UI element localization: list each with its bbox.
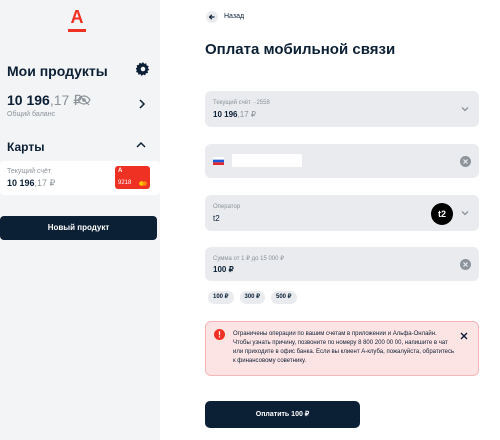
operator-value: t2 (213, 214, 220, 223)
card-amount-main: 10 196 (7, 178, 35, 188)
logo-underline (68, 29, 86, 32)
phone-field[interactable] (205, 144, 479, 178)
operator-select[interactable]: Оператор t2 t2 (205, 195, 479, 231)
chevron-down-icon[interactable] (461, 210, 469, 216)
amount-chip-500[interactable]: 500 ₽ (271, 291, 297, 304)
cards-title: Карты (7, 140, 45, 154)
amount-chip-300[interactable]: 300 ₽ (239, 291, 265, 304)
russia-flag-icon[interactable] (213, 157, 224, 165)
card-logo: А (118, 168, 123, 174)
card-thumbnail: А 9218 (115, 166, 150, 189)
page-title: Оплата мобильной связи (205, 41, 396, 58)
clear-icon[interactable] (460, 259, 471, 270)
back-label: Назад (224, 13, 245, 20)
chevron-down-icon[interactable] (461, 106, 469, 112)
amount-chip-100[interactable]: 100 ₽ (208, 291, 234, 304)
chevron-right-icon[interactable] (138, 99, 146, 109)
card-brand-icon (139, 181, 147, 186)
sum-value[interactable]: 100 ₽ (213, 265, 234, 275)
balance-main: 10 196 (7, 92, 50, 108)
sum-field[interactable]: Сумма от 1 ₽ до 15 000 ₽ 100 ₽ (205, 247, 479, 281)
clear-icon[interactable] (460, 156, 471, 167)
phone-input[interactable] (232, 154, 302, 167)
alert-text: Ограничены операции по вашим счетам в пр… (233, 331, 455, 364)
sum-label: Сумма от 1 ₽ до 15 000 ₽ (213, 256, 284, 262)
arrow-left-icon (206, 11, 218, 23)
pay-button[interactable]: Оплатить 100 ₽ (205, 401, 360, 428)
back-link[interactable]: Назад (206, 10, 244, 24)
close-icon[interactable] (460, 332, 468, 340)
account-amount-cents: ,17 ₽ (237, 110, 256, 119)
balance-label: Общий баланс (7, 111, 56, 118)
chevron-up-icon[interactable] (136, 141, 146, 149)
operator-label: Оператор (213, 204, 241, 210)
gear-icon[interactable] (136, 62, 150, 76)
alert-icon (214, 329, 225, 340)
sidebar: А Мои продукты 10 196,17 ₽ Общий баланс … (0, 0, 160, 440)
total-balance: 10 196,17 ₽ (7, 92, 82, 108)
eye-off-icon[interactable] (77, 94, 91, 106)
alfa-logo[interactable]: А (67, 8, 87, 32)
account-amount: 10 196,17 ₽ (213, 110, 256, 120)
card-number: 9218 (118, 180, 132, 186)
card-amount-cents: ,17 ₽ (34, 178, 56, 188)
account-select[interactable]: Текущий счёт ··2558 10 196,17 ₽ (205, 91, 479, 127)
card-amount: 10 196,17 ₽ (7, 178, 55, 189)
operator-logo: t2 (431, 203, 453, 225)
restriction-alert: Ограничены операции по вашим счетам в пр… (205, 321, 479, 376)
card-item[interactable]: Текущий счёт 10 196,17 ₽ А 9218 (0, 161, 160, 195)
amount-chips: 100 ₽ 300 ₽ 500 ₽ (208, 291, 297, 304)
account-label: Текущий счёт ··2558 (213, 100, 270, 106)
account-amount-main: 10 196 (213, 110, 238, 119)
logo-letter: А (70, 7, 84, 27)
new-product-button[interactable]: Новый продукт (0, 216, 157, 240)
products-title: Мои продукты (7, 63, 108, 79)
card-label: Текущий счёт (7, 168, 52, 175)
